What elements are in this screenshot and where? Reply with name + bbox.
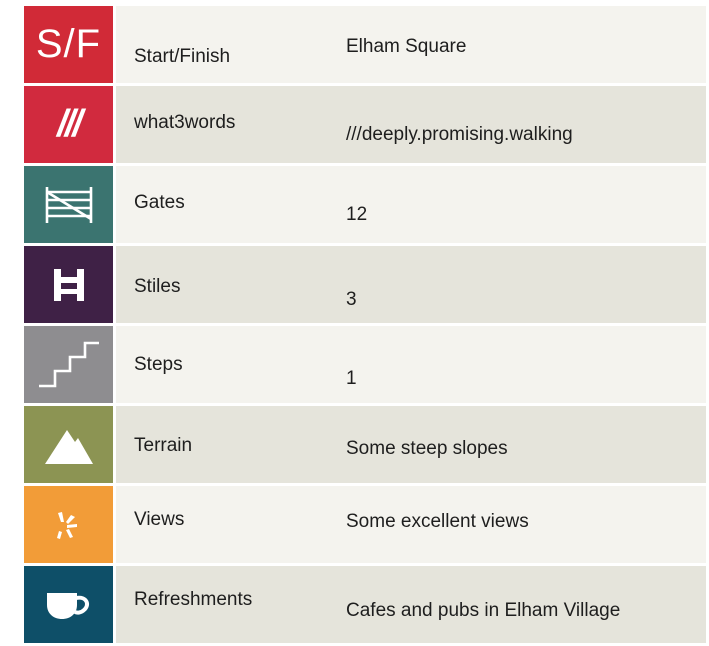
label-cell: Refreshments <box>116 566 346 643</box>
what3words-icon-text: /// <box>57 103 83 145</box>
table-row-what3words: /// what3words ///deeply.promising.walki… <box>24 86 706 163</box>
walk-info-table: S/F Start/Finish Elham Square /// what3w… <box>24 6 706 646</box>
label-cell: Steps <box>116 326 346 403</box>
row-label: Refreshments <box>134 589 253 610</box>
table-row-stiles: Stiles 3 <box>24 246 706 323</box>
row-value: ///deeply.promising.walking <box>346 124 573 145</box>
table-row-gates: Gates 12 <box>24 166 706 243</box>
value-cell: ///deeply.promising.walking <box>330 86 706 163</box>
label-cell: Start/Finish <box>116 6 346 83</box>
value-cell: 12 <box>330 166 706 243</box>
value-cell: 1 <box>330 326 706 403</box>
table-row-refreshments: Refreshments Cafes and pubs in Elham Vil… <box>24 566 706 643</box>
start-finish-icon: S/F <box>24 6 113 83</box>
steps-icon <box>24 326 113 403</box>
row-label: Gates <box>134 192 185 213</box>
row-label: Stiles <box>134 276 181 297</box>
row-label: Start/Finish <box>134 46 231 67</box>
label-cell: what3words <box>116 86 346 163</box>
row-value: Some steep slopes <box>346 438 508 459</box>
label-cell: Terrain <box>116 406 346 483</box>
what3words-icon: /// <box>24 86 113 163</box>
table-row-terrain: Terrain Some steep slopes <box>24 406 706 483</box>
label-cell: Gates <box>116 166 346 243</box>
start-finish-icon-text: S/F <box>35 22 102 66</box>
row-label: Views <box>134 509 185 530</box>
table-row-views: Views Some excellent views <box>24 486 706 563</box>
table-row-start-finish: S/F Start/Finish Elham Square <box>24 6 706 83</box>
value-cell: 3 <box>330 246 706 323</box>
label-cell: Stiles <box>116 246 346 323</box>
gate-icon <box>24 166 113 243</box>
views-icon <box>24 486 113 563</box>
row-label: Steps <box>134 354 183 375</box>
row-value: Some excellent views <box>346 511 529 532</box>
row-value: 1 <box>346 368 357 389</box>
value-cell: Some steep slopes <box>330 406 706 483</box>
value-cell: Elham Square <box>330 6 706 83</box>
stile-icon <box>24 246 113 323</box>
table-row-steps: Steps 1 <box>24 326 706 403</box>
refreshments-cup-icon <box>24 566 113 643</box>
row-value: 3 <box>346 289 357 310</box>
row-value: Elham Square <box>346 36 467 57</box>
row-label: Terrain <box>134 435 193 456</box>
label-cell: Views <box>116 486 346 563</box>
value-cell: Cafes and pubs in Elham Village <box>330 566 706 643</box>
terrain-icon <box>24 406 113 483</box>
row-value: 12 <box>346 204 368 225</box>
value-cell: Some excellent views <box>330 486 706 563</box>
row-label: what3words <box>134 112 236 133</box>
row-value: Cafes and pubs in Elham Village <box>346 600 621 621</box>
